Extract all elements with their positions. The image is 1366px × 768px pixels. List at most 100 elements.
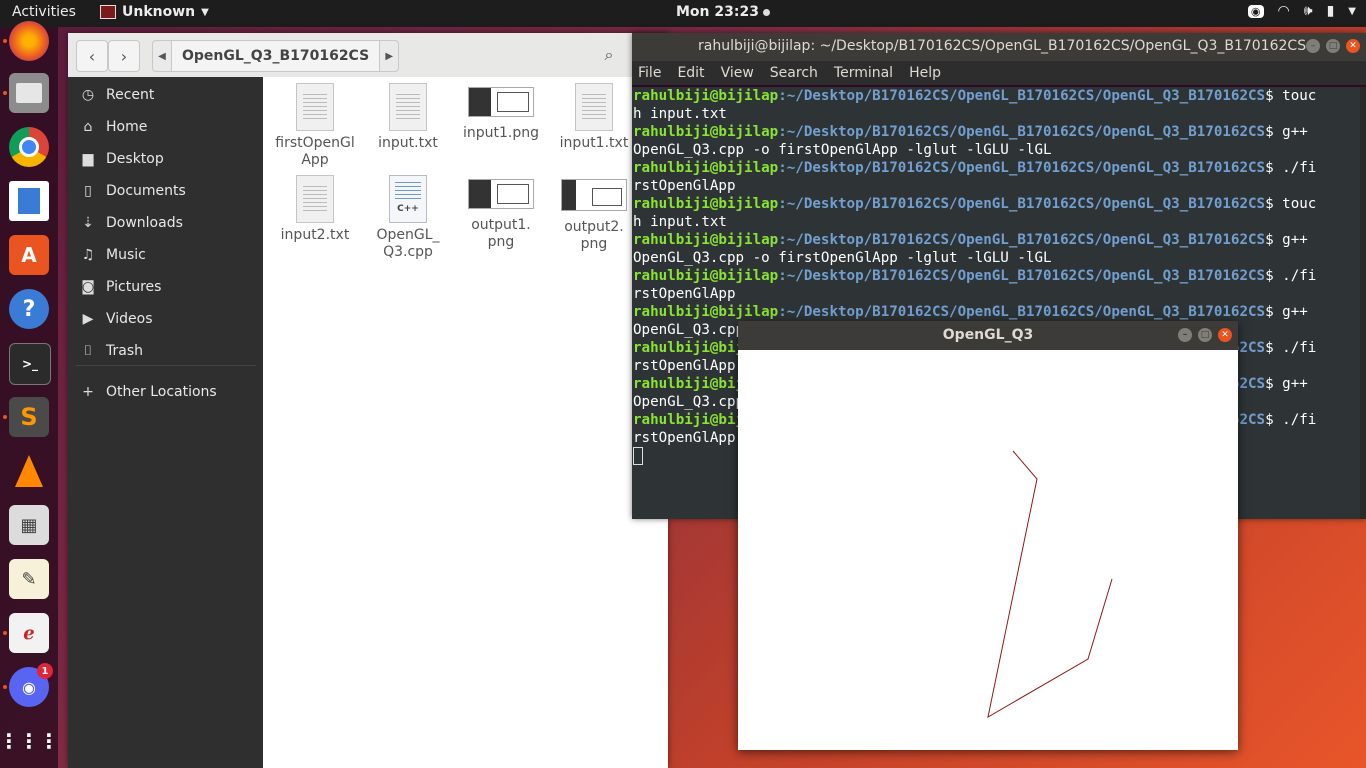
battery-icon[interactable]: ▮ — [1327, 3, 1335, 19]
sidebar-item-videos[interactable]: ▶ Videos — [68, 303, 263, 335]
back-button[interactable]: ‹ — [76, 40, 108, 72]
wifi-icon[interactable]: ◠ — [1278, 3, 1290, 19]
minimize-button[interactable]: – — [1178, 328, 1192, 342]
file-name: png — [487, 234, 515, 250]
text-editor-icon[interactable]: ✎ — [9, 559, 49, 599]
forward-button[interactable]: › — [108, 40, 140, 72]
sidebar-item-documents[interactable]: ▯ Documents — [68, 175, 263, 207]
search-button[interactable]: ⌕ — [594, 40, 624, 70]
menu-search[interactable]: Search — [770, 65, 818, 81]
breadcrumb-current[interactable]: OpenGL_Q3_B170162CS — [171, 41, 381, 71]
terminal-output-line: h input.txt — [633, 214, 727, 230]
document-icon: ▯ — [84, 183, 92, 199]
app-menu[interactable]: Unknown ▼ — [100, 4, 209, 20]
sidebar-item-other-locations[interactable]: + Other Locations — [68, 376, 263, 408]
prompt-user: rahulbiji@bijilap — [633, 304, 779, 320]
chrome-icon[interactable] — [9, 127, 49, 167]
terminal-scrollbar[interactable] — [1360, 87, 1366, 519]
ubuntu-software-icon[interactable]: A — [9, 235, 49, 275]
path-scroll-right-icon[interactable]: ▶ — [380, 41, 398, 71]
terminal-prompt-line: rahulbiji@bijilap:~/Desktop/B170162CS/Op… — [633, 195, 1366, 213]
file-item[interactable]: input2.txt — [269, 175, 361, 244]
terminal-titlebar[interactable]: rahulbiji@bijilap: ~/Desktop/B170162CS/O… — [632, 33, 1366, 61]
discord-tray-icon[interactable]: ◉ — [1247, 4, 1264, 18]
menu-help[interactable]: Help — [909, 65, 941, 81]
file-item[interactable]: input.txt — [362, 83, 454, 152]
sidebar-item-pictures[interactable]: ◙ Pictures — [68, 271, 263, 303]
prompt-command: $ g++ — [1265, 304, 1308, 320]
files-icon[interactable] — [9, 73, 49, 113]
sidebar-item-home[interactable]: ⌂ Home — [68, 111, 263, 143]
music-icon: ♫ — [81, 247, 95, 263]
window-controls: – □ ✕ — [1178, 328, 1232, 342]
menu-file[interactable]: File — [638, 65, 661, 81]
file-name: input2.txt — [280, 227, 350, 243]
clock[interactable]: Mon 23:23 — [676, 4, 770, 20]
close-button[interactable]: ✕ — [1218, 328, 1232, 342]
calculator-icon[interactable]: ▦ — [9, 505, 49, 545]
discord-icon[interactable]: ◉ 1 — [9, 663, 53, 707]
file-item[interactable]: output2. png — [548, 175, 640, 253]
chevron-down-icon[interactable]: ▼ — [1348, 6, 1356, 17]
sidebar-item-recent[interactable]: ◷ Recent — [68, 79, 263, 111]
file-item[interactable]: C++ OpenGL_ Q3.cpp — [362, 175, 454, 261]
prompt-user: rahulbiji@bijilap — [633, 232, 779, 248]
text-file-icon — [296, 83, 334, 131]
dock: A ? >_ S ▦ ✎ ℯ ◉ 1 ⋮⋮⋮ — [0, 21, 59, 768]
file-name: input1.png — [462, 125, 539, 141]
maximize-button[interactable]: □ — [1198, 328, 1212, 342]
terminal-output-line: h input.txt — [633, 106, 727, 122]
file-grid: firstOpenGl App input.txt input1.png inp… — [263, 77, 668, 768]
file-name: App — [301, 152, 329, 168]
path-scroll-left-icon[interactable]: ◀ — [153, 41, 171, 71]
terminal-prompt-line: rahulbiji@bijilap:~/Desktop/B170162CS/Op… — [633, 231, 1366, 249]
sidebar-item-downloads[interactable]: ⇣ Downloads — [68, 207, 263, 239]
sidebar-item-label: Documents — [106, 183, 186, 199]
minimize-button[interactable]: – — [1306, 39, 1320, 53]
help-icon[interactable]: ? — [9, 289, 49, 329]
close-button[interactable]: ✕ — [1346, 39, 1360, 53]
activities-button[interactable]: Activities — [12, 4, 76, 20]
terminal-icon[interactable]: >_ — [9, 343, 51, 385]
firefox-icon[interactable] — [9, 21, 49, 61]
prompt-user: rahulbiji@bijilap — [633, 268, 779, 284]
opengl-canvas — [987, 450, 1113, 718]
opengl-titlebar[interactable]: OpenGL_Q3 – □ ✕ — [738, 321, 1238, 350]
sublime-text-icon[interactable]: S — [9, 397, 49, 437]
sidebar-item-desktop[interactable]: ▆ Desktop — [68, 143, 263, 175]
maximize-button[interactable]: □ — [1326, 39, 1340, 53]
show-apps-icon[interactable]: ⋮⋮⋮ — [0, 721, 59, 761]
camera-icon: ◙ — [81, 279, 95, 295]
terminal-prompt-line: rahulbiji@bijilap:~/Desktop/B170162CS/Op… — [633, 87, 1366, 105]
file-item[interactable]: firstOpenGl App — [269, 83, 361, 169]
menu-terminal[interactable]: Terminal — [834, 65, 893, 81]
sidebar-item-trash[interactable]: ⌷ Trash — [68, 335, 263, 367]
running-indicator — [3, 415, 7, 419]
places-sidebar: ◷ Recent ⌂ Home ▆ Desktop ▯ Documents ⇣ Downl… — [68, 77, 263, 768]
terminal-prompt-line: rahulbiji@bijilap:~/Desktop/B170162CS/Op… — [633, 303, 1366, 321]
folder-icon: ▆ — [82, 151, 94, 167]
terminal-output-line: OpenGL_Q3.cpp -o firstOpenGlApp -lglut -… — [633, 250, 1052, 266]
system-tray[interactable]: ◉ ◠ 🕪 ▮ ▼ — [1247, 3, 1356, 19]
libreoffice-writer-icon[interactable] — [9, 181, 49, 221]
menu-view[interactable]: View — [721, 65, 754, 81]
document-viewer-icon[interactable]: ℯ — [9, 613, 49, 653]
sidebar-item-music[interactable]: ♫ Music — [68, 239, 263, 271]
volume-icon[interactable]: 🕪 — [1304, 3, 1313, 19]
terminal-output-line: rstOpenGlApp — [633, 286, 736, 302]
file-item[interactable]: input1.txt — [548, 83, 640, 152]
vlc-icon[interactable] — [9, 451, 49, 491]
image-thumbnail-icon — [561, 179, 627, 211]
terminal-cursor — [633, 447, 643, 465]
sidebar-item-label: Pictures — [106, 279, 162, 295]
chevron-left-icon: ‹ — [88, 46, 96, 66]
menu-edit[interactable]: Edit — [677, 65, 704, 81]
prompt-path: :~/Desktop/B170162CS/OpenGL_B170162CS/Op… — [778, 304, 1266, 320]
file-manager-header: ‹ › ◀ OpenGL_Q3_B170162CS ▶ ⌕ — [68, 33, 668, 78]
file-item[interactable]: output1. png — [455, 175, 547, 251]
prompt-command: $ g++ — [1265, 124, 1308, 140]
file-item[interactable]: input1.png — [455, 83, 547, 142]
prompt-command: $ ./fi — [1265, 412, 1317, 428]
app-icon — [100, 5, 116, 19]
prompt-command: $ touc — [1265, 196, 1317, 212]
